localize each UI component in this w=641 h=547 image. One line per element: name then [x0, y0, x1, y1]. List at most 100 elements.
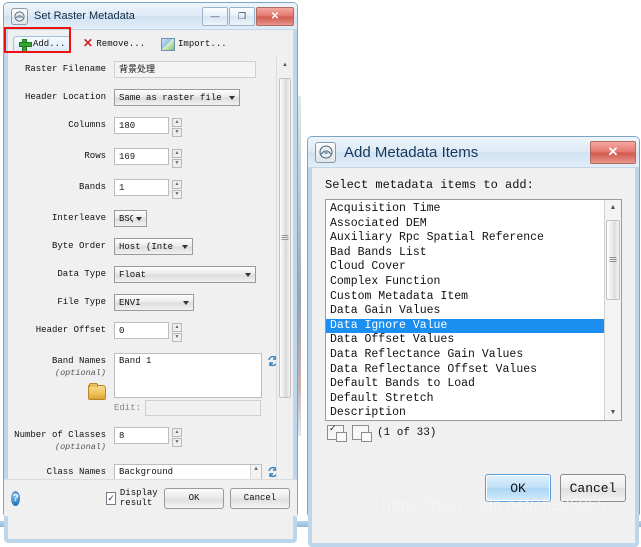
data-type-select[interactable]: Float: [114, 266, 256, 283]
raster-filename-label: Raster Filename: [24, 64, 106, 74]
stepper-up-icon[interactable]: ▲: [172, 118, 182, 127]
list-item[interactable]: Cloud Cover: [326, 260, 621, 275]
clear-selection-icon[interactable]: [352, 425, 372, 442]
metadata-items-listbox[interactable]: Acquisition Time Associated DEM Auxiliar…: [325, 199, 622, 421]
band-names-label-text: Band Names: [51, 356, 106, 366]
data-type-field: Float: [114, 266, 256, 283]
columns-field: 180 ▲ ▼: [114, 117, 182, 137]
header-location-label: Header Location: [24, 92, 106, 102]
import-button-label: Import...: [178, 39, 227, 49]
header-location-field: Same as raster file: [114, 89, 240, 106]
class-name-item[interactable]: Background: [119, 467, 257, 478]
file-type-select[interactable]: ENVI: [114, 294, 194, 311]
number-of-classes-label-text: Number of Classes: [14, 430, 106, 440]
header-offset-stepper[interactable]: ▲ ▼: [172, 322, 182, 342]
scroll-up-button[interactable]: ▲: [277, 57, 293, 72]
rows-input[interactable]: 169: [114, 148, 169, 165]
field-band-names: Band Names (optional) Band 1 Edit:: [8, 353, 293, 416]
list-item[interactable]: Data Reflectance Gain Values: [326, 348, 621, 363]
minimize-button[interactable]: —: [202, 6, 228, 26]
listbox-scrollbar[interactable]: ▲ ▼: [604, 200, 621, 420]
field-number-of-classes: Number of Classes (optional) 8 ▲ ▼: [8, 427, 293, 453]
stepper-down-icon[interactable]: ▼: [172, 159, 182, 168]
maximize-button[interactable]: ❐: [229, 6, 255, 26]
data-type-label: Data Type: [57, 269, 106, 279]
x-icon: ✕: [82, 36, 93, 51]
stepper-up-icon[interactable]: ▲: [172, 149, 182, 158]
dialog2-titlebar[interactable]: Add Metadata Items ✕: [308, 137, 639, 168]
band-names-optional: (optional): [54, 368, 106, 378]
display-result-checkbox[interactable]: ✓: [106, 491, 116, 505]
number-of-classes-optional: (optional): [54, 442, 106, 452]
close-button[interactable]: ✕: [256, 6, 294, 26]
list-item[interactable]: Default Stretch: [326, 392, 621, 407]
list-item[interactable]: Auxiliary Rpc Spatial Reference: [326, 231, 621, 246]
list-item[interactable]: Description: [326, 406, 621, 420]
field-byte-order: Byte Order Host (Intel): [8, 238, 293, 255]
bands-input[interactable]: 1: [114, 179, 169, 196]
stepper-up-icon[interactable]: ▲: [172, 428, 182, 437]
band-names-edit-label: Edit:: [114, 403, 142, 413]
byte-order-select[interactable]: Host (Intel): [114, 238, 193, 255]
list-item[interactable]: Data Offset Values: [326, 333, 621, 348]
stepper-down-icon[interactable]: ▼: [172, 128, 182, 137]
add-button-label: Add...: [33, 39, 66, 49]
file-type-value: ENVI: [119, 297, 141, 308]
columns-input[interactable]: 180: [114, 117, 169, 134]
list-item[interactable]: Acquisition Time: [326, 202, 621, 217]
scroll-up-icon[interactable]: ▲: [254, 465, 258, 472]
bands-stepper[interactable]: ▲ ▼: [172, 179, 182, 199]
interleave-select[interactable]: BSQ: [114, 210, 147, 227]
plus-icon: [19, 38, 32, 52]
bands-label: Bands: [78, 182, 106, 192]
ok-button[interactable]: OK: [164, 487, 224, 509]
field-rows: Rows 169 ▲ ▼: [8, 148, 293, 168]
scrollbar-thumb[interactable]: [606, 220, 620, 300]
stepper-down-icon[interactable]: ▼: [172, 190, 182, 199]
dialog2-body: Select metadata items to add: Acquisitio…: [312, 168, 635, 442]
list-item[interactable]: Associated DEM: [326, 217, 621, 232]
stepper-down-icon[interactable]: ▼: [172, 333, 182, 342]
raster-filename-input[interactable]: 背景处理: [114, 61, 256, 78]
number-of-classes-input[interactable]: 8: [114, 427, 169, 444]
list-item[interactable]: Data Reflectance Offset Values: [326, 363, 621, 378]
list-item-selected[interactable]: Data Ignore Value: [326, 318, 621, 334]
dialog1-scrollbar[interactable]: ▲ ▼: [276, 57, 293, 494]
list-item[interactable]: Custom Metadata Item: [326, 290, 621, 305]
columns-stepper[interactable]: ▲ ▼: [172, 117, 182, 137]
close-button[interactable]: ✕: [590, 140, 636, 164]
scroll-down-button[interactable]: ▼: [605, 405, 621, 420]
scrollbar-track[interactable]: [278, 72, 292, 479]
help-icon[interactable]: ?: [11, 490, 21, 506]
list-item[interactable]: Bad Bands List: [326, 246, 621, 261]
band-names-edit-input[interactable]: [145, 400, 262, 416]
stepper-up-icon[interactable]: ▲: [172, 180, 182, 189]
interleave-value: BSQ: [119, 213, 133, 224]
rows-field: 169 ▲ ▼: [114, 148, 182, 168]
display-result-checkbox-wrap[interactable]: ✓ Display result: [106, 488, 164, 508]
scroll-up-button[interactable]: ▲: [605, 200, 621, 215]
rows-stepper[interactable]: ▲ ▼: [172, 148, 182, 168]
import-button[interactable]: Import...: [156, 36, 232, 53]
byte-order-field: Host (Intel): [114, 238, 193, 255]
list-item[interactable]: Default Bands to Load: [326, 377, 621, 392]
folder-icon[interactable]: [88, 383, 106, 400]
select-all-icon[interactable]: [327, 424, 347, 442]
list-item[interactable]: Data Gain Values: [326, 304, 621, 319]
dialog1-window-buttons: — ❐ ✕: [202, 6, 294, 26]
header-offset-input[interactable]: 0: [114, 322, 169, 339]
dialog1-titlebar[interactable]: Set Raster Metadata — ❐ ✕: [4, 3, 297, 30]
remove-button[interactable]: ✕ Remove...: [77, 37, 150, 52]
header-location-select[interactable]: Same as raster file: [114, 89, 240, 106]
field-header-offset: Header Offset 0 ▲ ▼: [8, 322, 293, 342]
number-of-classes-stepper[interactable]: ▲ ▼: [172, 427, 182, 447]
list-item[interactable]: Complex Function: [326, 275, 621, 290]
band-names-list[interactable]: Band 1: [114, 353, 262, 398]
band-names-label: Band Names (optional): [14, 353, 114, 404]
interleave-label: Interleave: [51, 213, 106, 223]
stepper-up-icon[interactable]: ▲: [172, 323, 182, 332]
add-button[interactable]: Add...: [13, 35, 72, 53]
scrollbar-thumb[interactable]: [279, 78, 291, 398]
cancel-button[interactable]: Cancel: [230, 487, 290, 509]
stepper-down-icon[interactable]: ▼: [172, 438, 182, 447]
